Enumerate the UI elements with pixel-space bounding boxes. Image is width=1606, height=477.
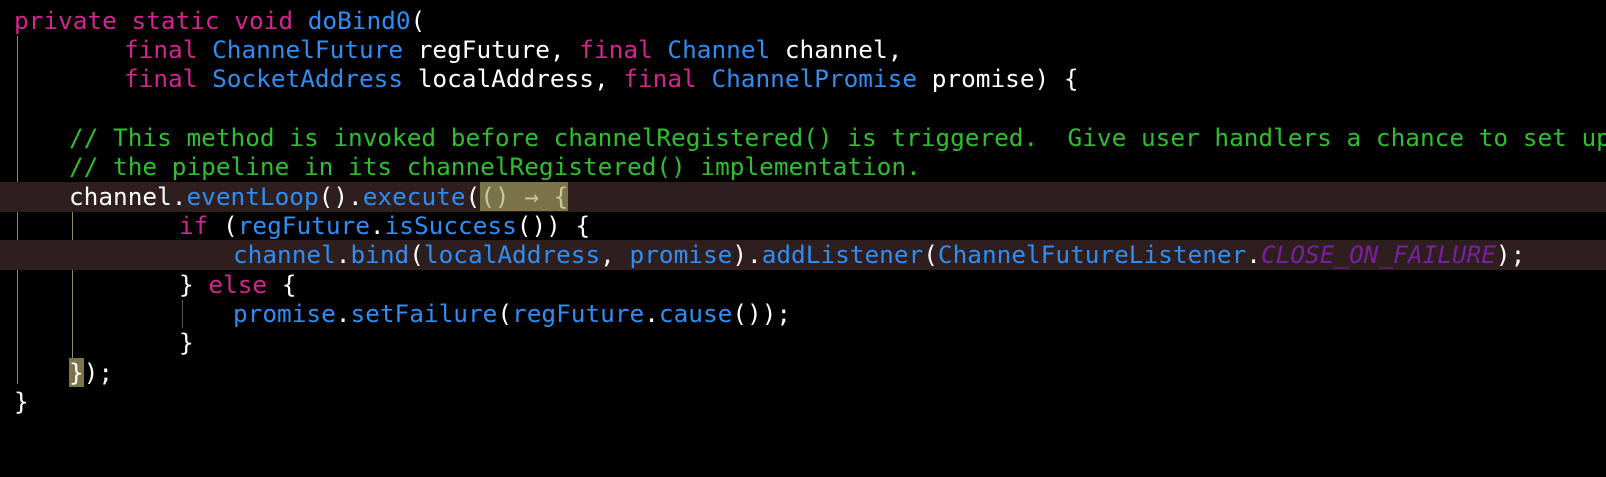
closing-brace: } [179,328,194,357]
punctuation: ()); [732,299,792,328]
class-name: ChannelFutureListener [937,240,1247,269]
identifier: promise [931,64,1035,93]
comment: // This method is invoked before channel… [69,123,1606,152]
keyword: if [179,211,209,240]
punctuation: ) { [1034,64,1079,93]
identifier: promise [629,240,733,269]
method-call: bind [350,240,410,269]
keyword: else [208,270,268,299]
identifier: localAddress [417,64,594,93]
code-line-4[interactable] [0,93,1606,123]
code-line-11[interactable]: promise.setFailure(regFuture.cause()); [0,299,1606,329]
punctuation: . [335,299,351,328]
punctuation: ( [497,299,513,328]
identifier: regFuture [237,211,370,240]
method-call: execute [362,182,466,211]
code-line-2[interactable]: final ChannelFuture regFuture, final Cha… [0,35,1606,65]
punctuation: , [593,64,624,93]
punctuation: ); [83,358,114,387]
identifier: regFuture [512,299,645,328]
code-line-1[interactable]: private static void doBind0( [0,6,1606,36]
code-line-9[interactable]: channel.bind(localAddress, promise).addL… [0,240,1606,270]
method-name: doBind0 [307,6,411,35]
closing-brace: } [14,387,29,416]
punctuation: (). [318,182,363,211]
punctuation: . [644,299,659,328]
code-line-14[interactable]: } [0,387,1606,417]
keyword: final [623,64,697,93]
keyword: static [131,6,220,35]
method-call: eventLoop [186,182,319,211]
punctuation: ( [410,6,426,35]
constant: CLOSE_ON_FAILURE [1260,240,1496,269]
identifier: promise [233,299,336,328]
punctuation: , [887,35,903,64]
identifier: localAddress [423,240,601,269]
punctuation: { [267,270,297,299]
method-call: cause [658,299,733,328]
punctuation: . [1246,240,1261,269]
type-name: Channel [667,35,771,64]
punctuation: . [335,240,351,269]
punctuation: ()) { [516,211,591,240]
punctuation: ( [923,240,938,269]
keyword: final [124,35,198,64]
type-name: ChannelPromise [711,64,918,93]
code-line-7[interactable]: channel.eventLoop().execute(() → { [0,182,1606,212]
keyword: final [124,64,198,93]
keyword: private [14,6,117,35]
punctuation: ( [208,211,238,240]
punctuation: . [369,211,385,240]
identifier: regFuture [417,35,550,64]
punctuation: , [600,240,630,269]
code-editor[interactable]: private static void doBind0( final Chann… [0,0,1606,440]
keyword: void [234,6,294,35]
code-line-10[interactable]: } else { [0,270,1606,300]
matched-brace: } [69,358,84,387]
lambda-fold[interactable]: () → { [480,182,569,211]
keyword: final [579,35,653,64]
method-call: isSuccess [384,211,517,240]
comment: // the pipeline in its channelRegistered… [69,152,921,181]
punctuation: ( [465,182,481,211]
punctuation: ); [1495,240,1526,269]
method-call: setFailure [350,299,498,328]
punctuation: } [179,270,209,299]
code-line-6[interactable]: // the pipeline in its channelRegistered… [0,152,1606,182]
code-line-13[interactable]: }); [0,358,1606,388]
punctuation: ). [732,240,762,269]
punctuation: , [549,35,580,64]
type-name: SocketAddress [212,64,404,93]
code-line-8[interactable]: if (regFuture.isSuccess()) { [0,211,1606,241]
identifier: channel [233,240,336,269]
code-line-5[interactable]: // This method is invoked before channel… [0,123,1606,153]
method-call: addListener [761,240,924,269]
punctuation: ( [409,240,424,269]
type-name: ChannelFuture [212,35,404,64]
identifier: channel [69,182,172,211]
identifier: channel [784,35,888,64]
punctuation: . [171,182,187,211]
code-line-3[interactable]: final SocketAddress localAddress, final … [0,64,1606,94]
code-line-12[interactable]: } [0,328,1606,358]
